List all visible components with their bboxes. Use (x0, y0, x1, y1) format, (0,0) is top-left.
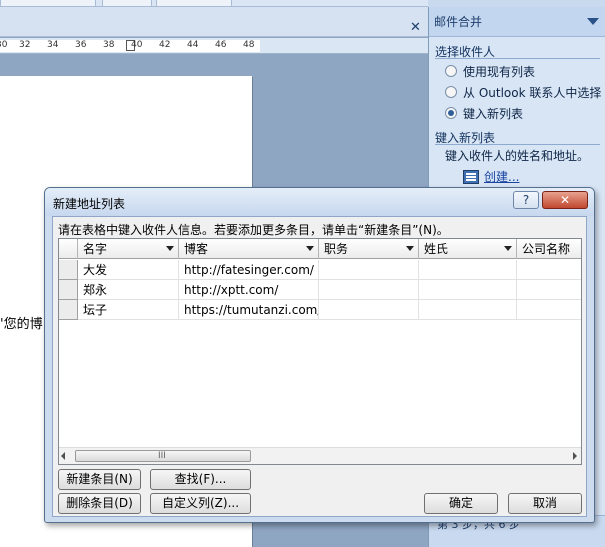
cell-title[interactable] (319, 300, 419, 320)
cell-first-name[interactable]: 郑永 (78, 280, 179, 300)
ruler-tick: 36 (75, 40, 87, 50)
section-description: 键入收件人的姓名和地址。 (445, 149, 590, 163)
cell-first-name[interactable]: 坛子 (78, 300, 179, 320)
recipient-grid[interactable]: 名字 博客 职务 姓氏 公司名称 大发 http://fatesinger.co… (58, 238, 582, 465)
dropdown-arrow-icon[interactable] (406, 246, 414, 251)
grid-header: 名字 博客 职务 姓氏 公司名称 (59, 239, 581, 259)
document-text: '您的博 (0, 317, 43, 332)
column-header-first-name[interactable]: 名字 (78, 239, 179, 259)
scrollbar-thumb[interactable]: III (75, 450, 251, 462)
ruler-tick: 44 (187, 40, 199, 50)
radio-option-outlook[interactable]: 从 Outlook 联系人中选择 (445, 84, 601, 100)
ruler-tick: 46 (215, 40, 227, 50)
cell-blog[interactable]: https://tumutanzi.com/ (179, 300, 319, 320)
pane-title: 邮件合并 (434, 15, 483, 29)
help-button[interactable]: ? (513, 191, 539, 209)
customize-columns-button[interactable]: 自定义列(Z)... (150, 493, 251, 514)
table-row[interactable]: 大发 http://fatesinger.com/ (59, 260, 581, 280)
dialog-body: 请在表格中键入收件人信息。若要添加更多条目，请单击“新建条目”(N)。 名字 博… (52, 216, 587, 517)
row-selector[interactable] (59, 280, 78, 300)
row-selector[interactable] (59, 300, 78, 320)
ruler-tick: 40 (131, 40, 143, 50)
cell-first-name[interactable]: 大发 (78, 260, 179, 280)
radio-selected-icon[interactable] (445, 107, 457, 119)
ruler-tick: 42 (159, 40, 171, 50)
cell-last-name[interactable] (419, 280, 517, 300)
pane-close-bar: ✕ (0, 7, 428, 37)
cell-company[interactable] (517, 300, 581, 320)
scrollbar-grip: III (158, 451, 166, 461)
ruler-tick: 30 (0, 40, 8, 50)
column-label: 姓氏 (424, 242, 449, 256)
dialog-titlebar[interactable]: 新建地址列表 ? ✕ (45, 188, 594, 216)
radio-option-existing-list[interactable]: 使用现有列表 (445, 63, 535, 79)
dialog-title: 新建地址列表 (53, 197, 126, 211)
cell-company[interactable] (517, 280, 581, 300)
column-header-blog[interactable]: 博客 (179, 239, 319, 259)
dialog-close-button[interactable]: ✕ (542, 191, 588, 209)
cell-company[interactable] (517, 260, 581, 280)
table-row[interactable]: 郑永 http://xptt.com/ (59, 280, 581, 300)
toolbar-tab-1[interactable] (0, 0, 96, 7)
horizontal-scrollbar[interactable]: III (59, 447, 581, 464)
cell-last-name[interactable] (419, 300, 517, 320)
column-header-company[interactable]: 公司名称 (517, 239, 581, 259)
create-link[interactable]: 创建... (484, 168, 519, 185)
scroll-right-icon[interactable] (573, 452, 577, 460)
horizontal-ruler[interactable]: 30 32 34 36 38 40 42 44 46 48 (0, 38, 428, 54)
new-address-list-dialog: 新建地址列表 ? ✕ 请在表格中键入收件人信息。若要添加更多条目，请单击“新建条… (44, 187, 595, 523)
table-row[interactable]: 坛子 https://tumutanzi.com/ (59, 300, 581, 320)
ruler-tick: 34 (47, 40, 59, 50)
row-selector[interactable] (59, 260, 78, 280)
radio-option-new-list[interactable]: 键入新列表 (445, 105, 523, 121)
radio-icon[interactable] (445, 86, 457, 98)
dropdown-arrow-icon[interactable] (306, 246, 314, 251)
cell-blog[interactable]: http://xptt.com/ (179, 280, 319, 300)
ruler-tick: 38 (103, 40, 115, 50)
column-label: 职务 (324, 242, 349, 256)
find-button[interactable]: 查找(F)... (150, 469, 251, 490)
column-header-title[interactable]: 职务 (319, 239, 419, 259)
scroll-left-icon[interactable] (61, 452, 65, 460)
ok-button[interactable]: 确定 (424, 493, 498, 514)
cell-title[interactable] (319, 280, 419, 300)
cell-last-name[interactable] (419, 260, 517, 280)
radio-label: 使用现有列表 (463, 64, 536, 79)
dropdown-arrow-icon[interactable] (504, 246, 512, 251)
chevron-down-icon[interactable] (587, 18, 599, 25)
ruler-tick: 32 (19, 40, 31, 50)
address-list-icon (463, 169, 479, 184)
toolbar-tab-3[interactable] (156, 0, 232, 7)
radio-label: 从 Outlook 联系人中选择 (463, 85, 602, 100)
create-list-row[interactable]: 创建... (463, 168, 519, 185)
column-label: 名字 (83, 242, 108, 256)
ruler-tick: 48 (243, 40, 255, 50)
delete-entry-button[interactable]: 删除条目(D) (58, 493, 141, 514)
column-label: 博客 (184, 242, 209, 256)
radio-label: 键入新列表 (463, 106, 524, 121)
close-icon[interactable]: ✕ (410, 20, 421, 35)
cancel-button[interactable]: 取消 (508, 493, 582, 514)
header-corner (59, 239, 78, 259)
dialog-instruction: 请在表格中键入收件人信息。若要添加更多条目，请单击“新建条目”(N)。 (58, 223, 449, 237)
toolbar-tab-2[interactable] (102, 0, 152, 7)
top-strip (0, 0, 428, 7)
pane-title-bar: 邮件合并 (429, 7, 605, 37)
dropdown-arrow-icon[interactable] (166, 246, 174, 251)
column-header-last-name[interactable]: 姓氏 (419, 239, 517, 259)
new-entry-button[interactable]: 新建条目(N) (58, 469, 141, 490)
cell-blog[interactable]: http://fatesinger.com/ (179, 260, 319, 280)
section-rule (435, 144, 600, 145)
cell-title[interactable] (319, 260, 419, 280)
column-label: 公司名称 (522, 242, 571, 256)
radio-icon[interactable] (445, 65, 457, 77)
section-rule (435, 58, 600, 59)
